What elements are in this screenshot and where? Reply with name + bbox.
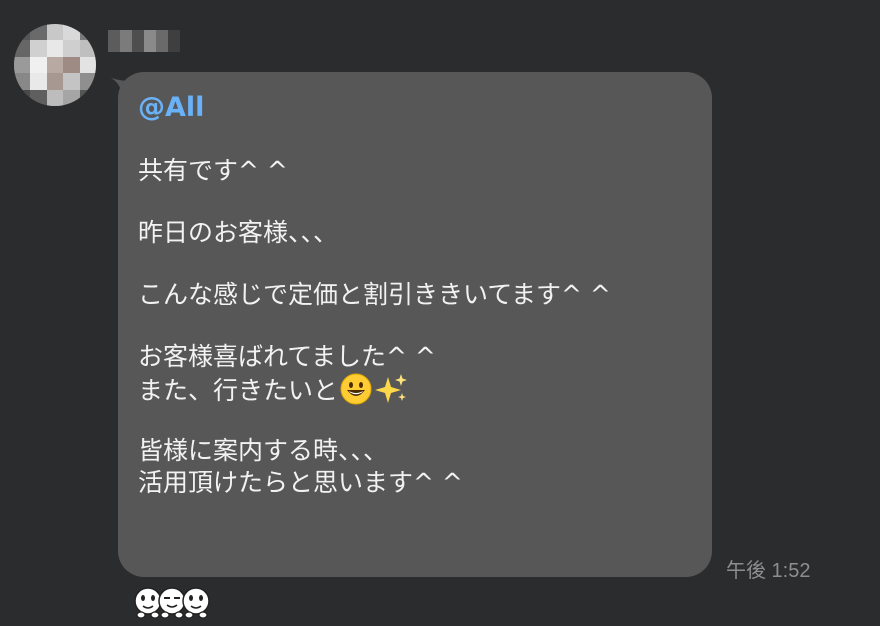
message-line: 皆様に案内する時、、、 — [138, 436, 389, 465]
mention-all[interactable]: @All — [138, 92, 692, 124]
reaction-bar[interactable] — [132, 586, 210, 620]
sender-name-redacted — [108, 30, 180, 52]
message-line: お客様喜ばれてました^ ^ — [138, 342, 436, 371]
message-line: 共有です^ ^ — [138, 156, 288, 185]
sparkles-icon — [375, 374, 408, 403]
message-text: また、行きたいと — [138, 376, 339, 405]
message-line: こんな感じで定価と割引ききいてます^ ^ — [138, 280, 611, 309]
message-line: 活用頂けたらと思います^ ^ — [138, 468, 463, 497]
chat-view: @All 共有です^ ^ 昨日のお客様、、、 こんな感じで定価と割引ききいてます… — [0, 0, 880, 626]
message-line: 昨日のお客様、、、 — [138, 218, 339, 247]
sender-avatar[interactable] — [14, 24, 96, 106]
message-timestamp: 午後 1:52 — [726, 560, 811, 582]
message-line-with-emoji: また、行きたいと — [138, 373, 692, 405]
character-face-icon[interactable] — [180, 586, 212, 620]
grinning-face-icon — [340, 373, 372, 405]
message-bubble[interactable]: @All 共有です^ ^ 昨日のお客様、、、 こんな感じで定価と割引ききいてます… — [118, 72, 712, 577]
